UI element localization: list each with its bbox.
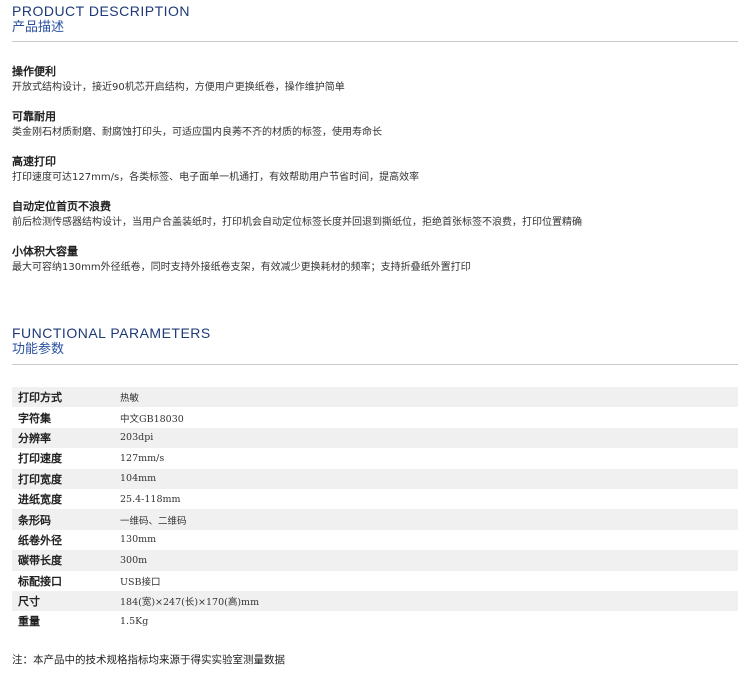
param-value: 中文GB18030	[120, 413, 184, 425]
param-value: USB接口	[120, 576, 161, 588]
feature-title: 自动定位首页不浪费	[12, 200, 111, 213]
product-description-header: PRODUCT DESCRIPTION 产品描述	[12, 3, 738, 42]
feature-desc: 打印速度可达127mm/s，各类标签、电子面单一机通打，有效帮助用户节省时间，提…	[12, 172, 420, 183]
param-value: 104mm	[120, 473, 157, 485]
param-label: 碳带长度	[18, 554, 62, 568]
feature-title: 小体积大容量	[12, 245, 78, 258]
table-row: 条形码 一维码、二维码	[12, 509, 738, 530]
functional-parameters-header: FUNCTIONAL PARAMETERS 功能参数	[12, 325, 738, 365]
param-label: 进纸宽度	[18, 493, 62, 507]
param-value: 一维码、二维码	[120, 515, 187, 527]
param-label: 条形码	[18, 513, 51, 527]
param-value: 127mm/s	[120, 452, 165, 464]
parameters-table: 打印方式 热敏 字符集 中文GB18030 分辨率 203dpi 打印速度 12…	[12, 387, 738, 632]
param-value: 184(宽)×247(长)×170(高)mm	[120, 597, 260, 609]
functional-parameters-title-en: FUNCTIONAL PARAMETERS	[12, 325, 211, 341]
param-label: 标配接口	[18, 574, 62, 588]
feature-title: 可靠耐用	[12, 110, 56, 123]
param-value: 热敏	[120, 393, 140, 405]
table-row: 尺寸 184(宽)×247(长)×170(高)mm	[12, 590, 738, 612]
section-divider	[12, 41, 738, 42]
param-label: 尺寸	[18, 595, 40, 609]
table-row: 重量 1.5Kg	[12, 611, 738, 631]
table-row: 打印方式 热敏	[12, 387, 738, 408]
param-value: 203dpi	[120, 432, 154, 444]
feature-desc: 最大可容纳130mm外径纸卷，同时支持外接纸卷支架，有效减少更换耗材的频率；支持…	[12, 262, 471, 273]
param-label: 重量	[18, 615, 40, 629]
table-row: 进纸宽度 25.4-118mm	[12, 489, 738, 509]
param-label: 打印速度	[18, 452, 62, 466]
feature-title: 操作便利	[12, 65, 56, 78]
feature-item: 自动定位首页不浪费 前后检测传感器结构设计，当用户合盖装纸时，打印机会自动定位标…	[12, 199, 738, 231]
functional-parameters-title-cn: 功能参数	[12, 342, 65, 357]
param-value: 1.5Kg	[120, 615, 149, 627]
feature-item: 操作便利 开放式结构设计，接近90机芯开启结构，方便用户更换纸卷，操作维护简单	[12, 64, 738, 96]
param-label: 打印宽度	[18, 472, 62, 486]
product-description-title-cn: 产品描述	[12, 20, 65, 35]
feature-desc: 类金刚石材质耐磨、耐腐蚀打印头，可适应国内良莠不齐的材质的标签，使用寿命长	[12, 127, 382, 138]
param-value: 25.4-118mm	[120, 493, 181, 505]
param-label: 分辨率	[18, 431, 51, 445]
table-row: 纸卷外径 130mm	[12, 530, 738, 550]
feature-title: 高速打印	[12, 155, 56, 168]
table-row: 分辨率 203dpi	[12, 427, 738, 449]
feature-list: 操作便利 开放式结构设计，接近90机芯开启结构，方便用户更换纸卷，操作维护简单 …	[12, 64, 738, 289]
feature-item: 可靠耐用 类金刚石材质耐磨、耐腐蚀打印头，可适应国内良莠不齐的材质的标签，使用寿…	[12, 109, 738, 141]
param-label: 纸卷外径	[18, 533, 62, 547]
footnote: 注：本产品中的技术规格指标均来源于得实实验室测量数据	[12, 654, 285, 666]
param-value: 130mm	[120, 534, 157, 546]
param-value: 300m	[120, 554, 148, 566]
feature-desc: 开放式结构设计，接近90机芯开启结构，方便用户更换纸卷，操作维护简单	[12, 82, 345, 93]
feature-item: 高速打印 打印速度可达127mm/s，各类标签、电子面单一机通打，有效帮助用户节…	[12, 154, 738, 186]
table-row: 打印速度 127mm/s	[12, 448, 738, 468]
param-label: 字符集	[18, 411, 51, 425]
feature-item: 小体积大容量 最大可容纳130mm外径纸卷，同时支持外接纸卷支架，有效减少更换耗…	[12, 244, 738, 276]
table-row: 打印宽度 104mm	[12, 468, 738, 489]
product-description-title-en: PRODUCT DESCRIPTION	[12, 3, 191, 19]
table-row: 字符集 中文GB18030	[12, 407, 738, 427]
table-row: 碳带长度 300m	[12, 550, 738, 571]
feature-desc: 前后检测传感器结构设计，当用户合盖装纸时，打印机会自动定位标签长度并回退到撕纸位…	[12, 217, 582, 228]
table-row: 标配接口 USB接口	[12, 571, 738, 591]
section-divider	[12, 364, 738, 365]
param-label: 打印方式	[18, 391, 62, 405]
